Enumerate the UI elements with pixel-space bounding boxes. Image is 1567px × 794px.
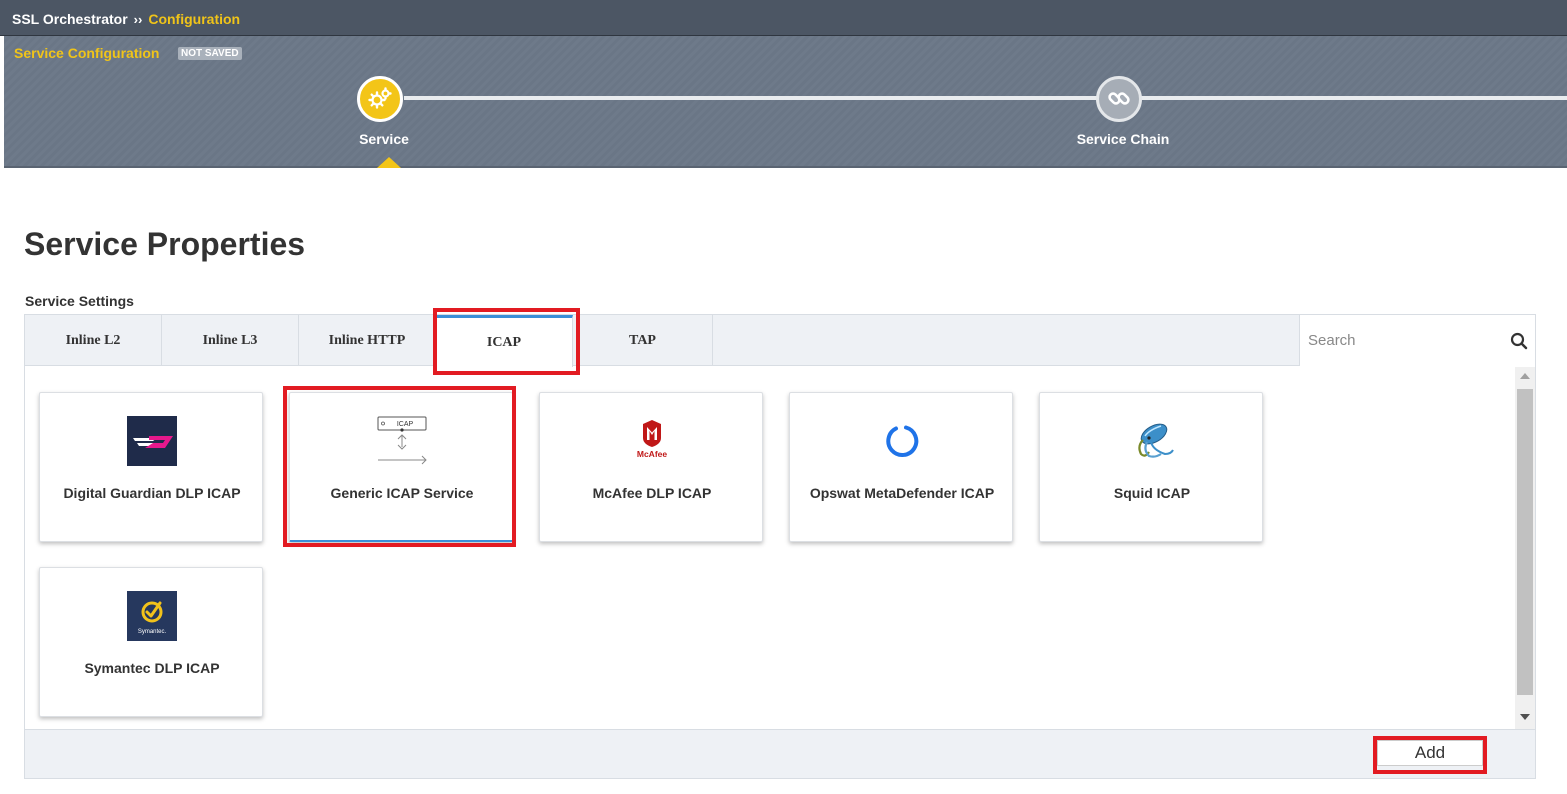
service-card-squid[interactable]: Squid ICAP (1039, 392, 1263, 542)
scroll-up-arrow-icon[interactable] (1520, 373, 1530, 379)
top-breadcrumb-bar: SSL Orchestrator ›› Configuration (0, 0, 1567, 36)
scroll-thumb[interactable] (1517, 389, 1533, 695)
tab-icap[interactable]: ICAP (436, 315, 573, 367)
service-card-name: Opswat MetaDefender ICAP (809, 485, 995, 501)
active-step-caret (377, 157, 401, 168)
step-service-label[interactable]: Service (334, 131, 434, 147)
step-service-chain-label[interactable]: Service Chain (1054, 131, 1192, 147)
service-card-generic-icap[interactable]: ICAP Generic ICAP Service (289, 392, 513, 542)
step-service-button[interactable] (357, 76, 403, 122)
service-card-name: McAfee DLP ICAP (592, 485, 712, 501)
add-button[interactable]: Add (1377, 740, 1483, 766)
symantec-logo: Symantec. (126, 590, 178, 642)
squid-logo (1126, 415, 1178, 467)
service-settings-panel: Inline L2 Inline L3 Inline HTTP ICAP TAP (24, 314, 1536, 779)
tab-tap[interactable]: TAP (573, 315, 713, 366)
chain-link-icon (1108, 92, 1130, 105)
service-settings-label: Service Settings (25, 293, 134, 309)
breadcrumb-current[interactable]: Configuration (148, 11, 240, 27)
service-card-symantec[interactable]: Symantec. Symantec DLP ICAP (39, 567, 263, 717)
scroll-down-arrow-icon[interactable] (1520, 714, 1530, 720)
service-card-name: Symantec DLP ICAP (84, 660, 220, 676)
wizard-progress-line (404, 96, 1567, 100)
service-card-name: Generic ICAP Service (330, 485, 474, 501)
breadcrumb: SSL Orchestrator ›› Configuration (12, 11, 240, 27)
breadcrumb-separator: ›› (133, 12, 143, 27)
tab-inline-http[interactable]: Inline HTTP (299, 315, 436, 366)
wizard-header: Service Configuration NOT SAVED Service (4, 36, 1567, 168)
mcafee-logo: McAfee (626, 415, 678, 467)
service-type-tabs: Inline L2 Inline L3 Inline HTTP ICAP TAP (25, 315, 1535, 367)
service-card-name: Squid ICAP (1113, 485, 1191, 501)
icap-logo-text: ICAP (397, 421, 414, 428)
search-icon[interactable] (1510, 332, 1528, 350)
tab-inline-l2[interactable]: Inline L2 (25, 315, 162, 366)
digital-guardian-logo (126, 415, 178, 467)
not-saved-badge: NOT SAVED (178, 47, 242, 60)
service-card-digital-guardian[interactable]: Digital Guardian DLP ICAP (39, 392, 263, 542)
tab-inline-l3[interactable]: Inline L3 (162, 315, 299, 366)
opswat-ring-logo (876, 415, 928, 467)
search-box (1299, 315, 1535, 366)
page-title: Service Properties (24, 226, 306, 262)
search-input[interactable] (1308, 329, 1498, 351)
service-card-name: Digital Guardian DLP ICAP (63, 485, 241, 501)
generic-icap-diagram-icon: ICAP (374, 413, 430, 469)
service-cards-grid: Digital Guardian DLP ICAP ICAP Generic I… (25, 367, 1515, 729)
step-service-chain-button[interactable] (1096, 76, 1142, 122)
breadcrumb-root[interactable]: SSL Orchestrator (12, 11, 128, 27)
symantec-logo-text: Symantec. (138, 629, 167, 635)
wizard-title: Service Configuration (14, 45, 160, 61)
panel-footer: Add (25, 729, 1535, 778)
cards-scrollbar[interactable] (1515, 367, 1535, 729)
mcafee-logo-text: McAfee (637, 449, 668, 459)
service-card-mcafee[interactable]: McAfee McAfee DLP ICAP (539, 392, 763, 542)
gears-icon (368, 87, 392, 109)
service-card-opswat[interactable]: Opswat MetaDefender ICAP (789, 392, 1013, 542)
